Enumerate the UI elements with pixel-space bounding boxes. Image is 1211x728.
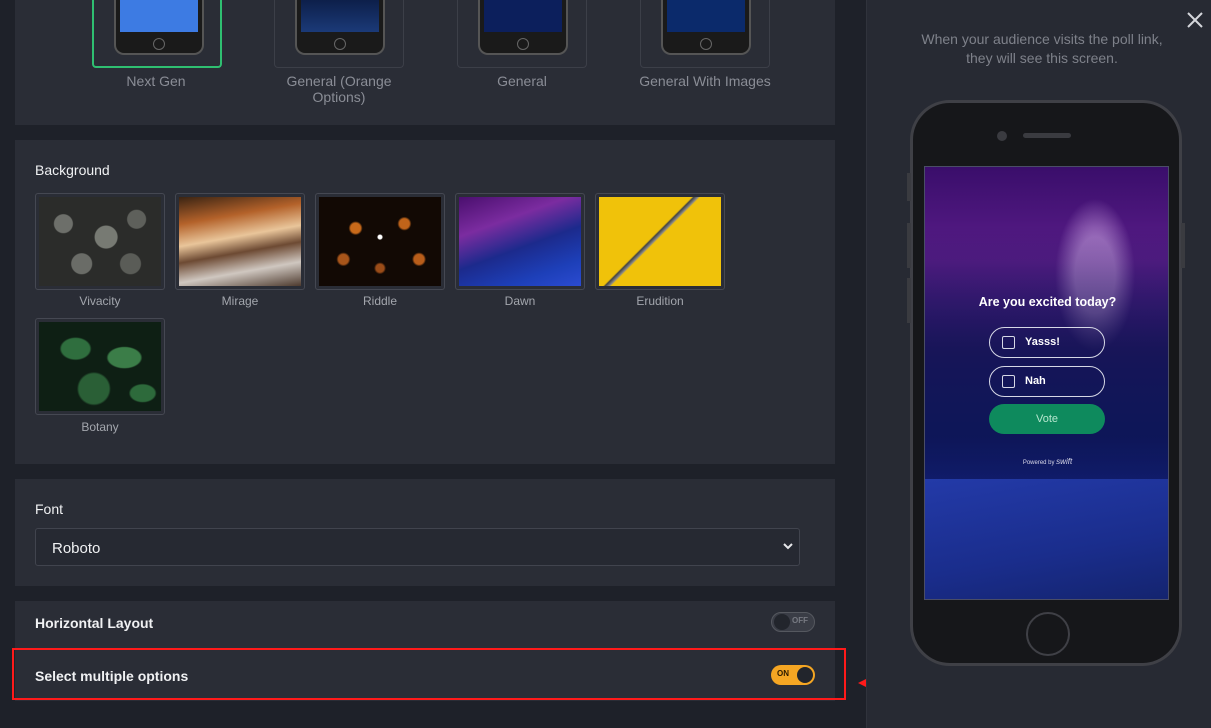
- preview-description: When your audience visits the poll link,…: [921, 31, 1163, 66]
- background-thumbnail: [179, 197, 301, 286]
- snow-ground: [925, 479, 1168, 599]
- chevron-down-icon: [783, 543, 793, 550]
- background-section: Background Vivacity Mirage Riddle Dawn E…: [15, 140, 835, 464]
- home-button-icon: [700, 38, 712, 50]
- background-erudition[interactable]: [595, 193, 725, 290]
- brand-logo: swift: [1056, 457, 1073, 466]
- background-label: Erudition: [636, 294, 684, 308]
- phone-thumbnail-screen: [667, 0, 745, 32]
- toggle-knob: [774, 614, 790, 630]
- background-label: Mirage: [221, 294, 259, 308]
- toggle-state-text: OFF: [792, 616, 808, 625]
- section-title: Font: [35, 501, 64, 517]
- font-select-value: Roboto: [52, 540, 101, 557]
- powered-by: Powered by swift: [925, 457, 1168, 466]
- phone-side-button: [1181, 223, 1185, 268]
- poll-question: Are you excited today?: [978, 295, 1117, 309]
- poll-option-label: Yasss!: [1025, 336, 1060, 348]
- highlight-box: [12, 648, 846, 700]
- powered-by-text: Powered by: [1022, 460, 1055, 466]
- background-label: Vivacity: [79, 294, 121, 308]
- background-botany[interactable]: [35, 318, 165, 415]
- checkbox-icon: [1002, 375, 1015, 388]
- theme-general-with-images[interactable]: [640, 0, 770, 68]
- background-label: Dawn: [504, 294, 536, 308]
- horizontal-layout-row: Horizontal Layout OFF: [15, 601, 835, 651]
- horizontal-layout-toggle[interactable]: OFF: [771, 612, 815, 632]
- speaker-grille: [1023, 133, 1071, 138]
- phone-thumbnail: [295, 0, 385, 55]
- theme-label: General (Orange Options): [286, 73, 392, 105]
- settings-panel: Next Gen General (Orange Options) Genera…: [0, 0, 866, 728]
- home-button-icon: [517, 38, 529, 50]
- phone-thumbnail-screen: [120, 0, 198, 32]
- phone-side-button: [907, 223, 911, 268]
- phone-side-button: [907, 173, 911, 201]
- theme-label: General With Images: [639, 73, 771, 89]
- preview-panel: When your audience visits the poll link,…: [866, 0, 1211, 728]
- background-mirage[interactable]: [175, 193, 305, 290]
- background-label: Riddle: [362, 294, 398, 308]
- horizontal-layout-label: Horizontal Layout: [35, 615, 154, 631]
- phone-thumbnail: [478, 0, 568, 55]
- home-button-icon: [153, 38, 165, 50]
- font-section: Font Roboto: [15, 479, 835, 586]
- checkbox-icon: [1002, 336, 1015, 349]
- home-button-icon: [1026, 612, 1070, 656]
- phone-thumbnail-screen: [484, 0, 562, 32]
- background-dawn[interactable]: [455, 193, 585, 290]
- theme-general[interactable]: [457, 0, 587, 68]
- background-riddle[interactable]: [315, 193, 445, 290]
- theme-label: Next Gen: [126, 73, 186, 89]
- section-title: Background: [35, 162, 110, 178]
- background-thumbnail: [319, 197, 441, 286]
- background-thumbnail: [459, 197, 581, 286]
- vote-button[interactable]: Vote: [989, 404, 1105, 434]
- background-thumbnail: [39, 197, 161, 286]
- theme-label: General: [497, 73, 547, 89]
- home-button-icon: [334, 38, 346, 50]
- phone-thumbnail: [114, 0, 204, 55]
- phone-thumbnail: [661, 0, 751, 55]
- theme-selector: Next Gen General (Orange Options) Genera…: [15, 0, 835, 125]
- background-label: Botany: [81, 420, 119, 434]
- background-thumbnail: [39, 322, 161, 411]
- theme-next-gen[interactable]: [92, 0, 222, 68]
- close-icon[interactable]: [1185, 10, 1205, 30]
- font-select[interactable]: Roboto: [35, 528, 800, 566]
- phone-thumbnail-screen: [301, 0, 379, 32]
- camera-icon: [997, 131, 1007, 141]
- phone-side-button: [907, 278, 911, 323]
- phone-preview: Are you excited today? Yasss! Nah Vote P…: [907, 100, 1185, 666]
- theme-general-orange[interactable]: [274, 0, 404, 68]
- background-thumbnail: [599, 197, 721, 286]
- poll-option[interactable]: Yasss!: [989, 327, 1105, 358]
- background-vivacity[interactable]: [35, 193, 165, 290]
- poll-option-label: Nah: [1025, 375, 1046, 387]
- phone-screen: Are you excited today? Yasss! Nah Vote P…: [924, 166, 1169, 600]
- poll-option[interactable]: Nah: [989, 366, 1105, 397]
